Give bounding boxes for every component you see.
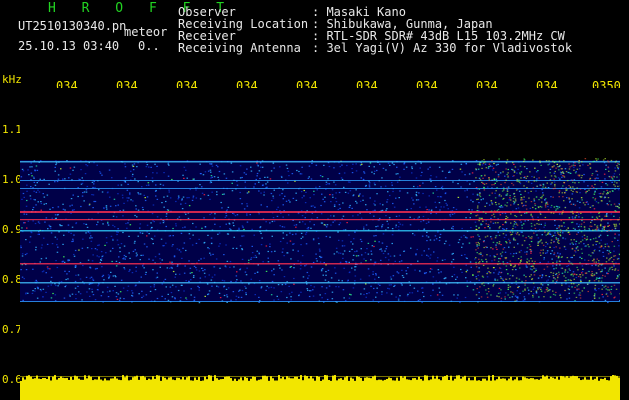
file-name: UT2510130340.pn [18,19,127,33]
y-tick-label: 1.1 [2,123,22,136]
y-tick-label: 1.0 [2,173,22,186]
spectrogram-svg [20,88,620,400]
antenna-value: : 3el Yagi(V) Az 330 for Vladivostok [312,41,573,55]
type-label: meteor [124,25,168,39]
spectrogram-plot [20,88,620,400]
y-tick-label: 0.6 [2,373,22,386]
antenna-label: Receiving Antenna [178,41,301,55]
date-time: 25.10.13 03:40 [18,39,120,53]
y-tick-label: 0.9 [2,223,22,236]
y-unit-label: kHz [2,73,22,86]
y-tick-label: 0.8 [2,273,22,286]
y-tick-label: 0.7 [2,323,22,336]
detection-count: 0.. [138,39,160,53]
